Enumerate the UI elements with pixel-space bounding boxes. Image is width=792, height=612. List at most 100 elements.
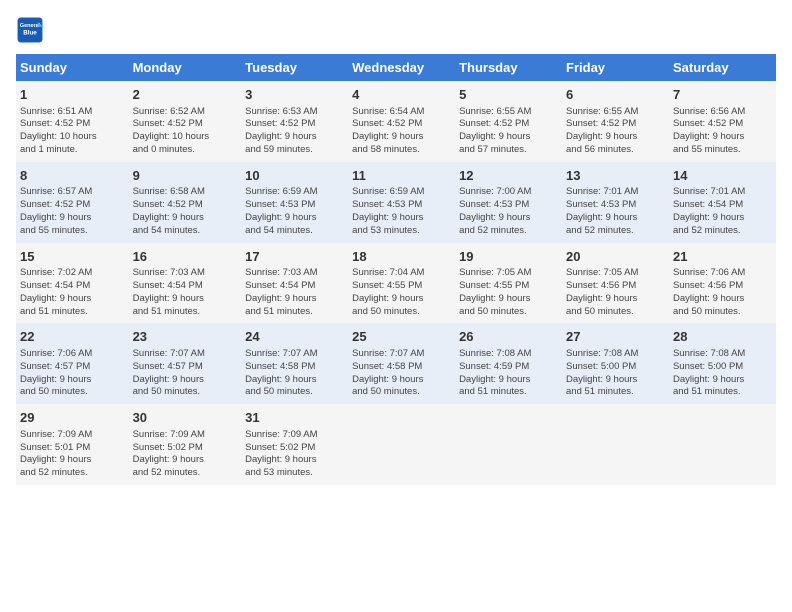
calendar-cell: 9Sunrise: 6:58 AM Sunset: 4:52 PM Daylig… (129, 162, 242, 243)
day-number: 30 (133, 409, 238, 427)
day-number: 20 (566, 248, 665, 266)
calendar-cell (669, 404, 776, 485)
svg-text:Blue: Blue (23, 30, 37, 37)
day-number: 27 (566, 328, 665, 346)
calendar-cell: 14Sunrise: 7:01 AM Sunset: 4:54 PM Dayli… (669, 162, 776, 243)
day-info: Sunrise: 7:05 AM Sunset: 4:56 PM Dayligh… (566, 267, 665, 318)
calendar-cell: 18Sunrise: 7:04 AM Sunset: 4:55 PM Dayli… (348, 243, 455, 324)
calendar-cell (455, 404, 562, 485)
calendar-cell: 6 Sunrise: 6:55 AM Sunset: 4:52 PM Daylig… (562, 81, 669, 162)
day-number: 21 (673, 248, 772, 266)
day-info: Sunrise: 6:55 AM Sunset: 4:52 PM Dayligh… (566, 106, 665, 157)
day-info: Sunrise: 7:07 AM Sunset: 4:58 PM Dayligh… (245, 348, 344, 399)
day-info: Sunrise: 6:57 AM Sunset: 4:52 PM Dayligh… (20, 186, 125, 237)
day-number: 9 (133, 167, 238, 185)
calendar-cell: 17Sunrise: 7:03 AM Sunset: 4:54 PM Dayli… (241, 243, 348, 324)
calendar-cell: 12Sunrise: 7:00 AM Sunset: 4:53 PM Dayli… (455, 162, 562, 243)
calendar-cell: 25 Sunrise: 7:07 AM Sunset: 4:58 PM Dayli… (348, 323, 455, 404)
calendar-week-row: 29 Sunrise: 7:09 AM Sunset: 5:01 PM Dayli… (16, 404, 776, 485)
day-info: Sunrise: 6:54 AM Sunset: 4:52 PM Dayligh… (352, 106, 451, 157)
day-number: 1 (20, 86, 125, 104)
day-number: 11 (352, 167, 451, 185)
day-number: 19 (459, 248, 558, 266)
page-header: General Blue (16, 16, 776, 44)
day-number: 16 (133, 248, 238, 266)
day-number: 14 (673, 167, 772, 185)
day-info: Sunrise: 6:55 AM Sunset: 4:52 PM Dayligh… (459, 106, 558, 157)
day-info: Sunrise: 7:06 AM Sunset: 4:56 PM Dayligh… (673, 267, 772, 318)
day-number: 18 (352, 248, 451, 266)
day-info: Sunrise: 7:09 AM Sunset: 5:02 PM Dayligh… (245, 429, 344, 480)
day-number: 23 (133, 328, 238, 346)
day-info: Sunrise: 7:05 AM Sunset: 4:55 PM Dayligh… (459, 267, 558, 318)
calendar-table: SundayMondayTuesdayWednesdayThursdayFrid… (16, 54, 776, 485)
calendar-cell: 28Sunrise: 7:08 AM Sunset: 5:00 PM Dayli… (669, 323, 776, 404)
calendar-week-row: 22 Sunrise: 7:06 AM Sunset: 4:57 PM Dayli… (16, 323, 776, 404)
calendar-cell: 11Sunrise: 6:59 AM Sunset: 4:53 PM Dayli… (348, 162, 455, 243)
day-info: Sunrise: 6:51 AM Sunset: 4:52 PM Dayligh… (20, 106, 125, 157)
day-info: Sunrise: 7:03 AM Sunset: 4:54 PM Dayligh… (133, 267, 238, 318)
day-info: Sunrise: 7:08 AM Sunset: 5:00 PM Dayligh… (673, 348, 772, 399)
day-info: Sunrise: 7:03 AM Sunset: 4:54 PM Dayligh… (245, 267, 344, 318)
day-number: 29 (20, 409, 125, 427)
day-number: 25 (352, 328, 451, 346)
svg-text:General: General (20, 23, 41, 29)
day-header-friday: Friday (562, 54, 669, 81)
day-number: 22 (20, 328, 125, 346)
calendar-header-row: SundayMondayTuesdayWednesdayThursdayFrid… (16, 54, 776, 81)
day-info: Sunrise: 6:53 AM Sunset: 4:52 PM Dayligh… (245, 106, 344, 157)
day-number: 13 (566, 167, 665, 185)
calendar-cell (562, 404, 669, 485)
day-info: Sunrise: 7:08 AM Sunset: 5:00 PM Dayligh… (566, 348, 665, 399)
day-info: Sunrise: 7:01 AM Sunset: 4:53 PM Dayligh… (566, 186, 665, 237)
calendar-cell: 19Sunrise: 7:05 AM Sunset: 4:55 PM Dayli… (455, 243, 562, 324)
day-number: 24 (245, 328, 344, 346)
day-number: 26 (459, 328, 558, 346)
calendar-cell: 16Sunrise: 7:03 AM Sunset: 4:54 PM Dayli… (129, 243, 242, 324)
day-header-sunday: Sunday (16, 54, 129, 81)
day-info: Sunrise: 7:07 AM Sunset: 4:58 PM Dayligh… (352, 348, 451, 399)
day-header-wednesday: Wednesday (348, 54, 455, 81)
day-info: Sunrise: 7:06 AM Sunset: 4:57 PM Dayligh… (20, 348, 125, 399)
calendar-cell: 23Sunrise: 7:07 AM Sunset: 4:57 PM Dayli… (129, 323, 242, 404)
calendar-cell: 29 Sunrise: 7:09 AM Sunset: 5:01 PM Dayli… (16, 404, 129, 485)
logo-icon: General Blue (16, 16, 44, 44)
day-info: Sunrise: 6:58 AM Sunset: 4:52 PM Dayligh… (133, 186, 238, 237)
day-number: 5 (459, 86, 558, 104)
calendar-cell: 24 Sunrise: 7:07 AM Sunset: 4:58 PM Dayli… (241, 323, 348, 404)
day-number: 12 (459, 167, 558, 185)
calendar-cell: 30 Sunrise: 7:09 AM Sunset: 5:02 PM Dayli… (129, 404, 242, 485)
calendar-cell: 2Sunrise: 6:52 AM Sunset: 4:52 PM Daylig… (129, 81, 242, 162)
calendar-cell (348, 404, 455, 485)
day-number: 10 (245, 167, 344, 185)
day-info: Sunrise: 7:02 AM Sunset: 4:54 PM Dayligh… (20, 267, 125, 318)
calendar-cell: 3 Sunrise: 6:53 AM Sunset: 4:52 PM Daylig… (241, 81, 348, 162)
calendar-cell: 26 Sunrise: 7:08 AM Sunset: 4:59 PM Dayli… (455, 323, 562, 404)
day-info: Sunrise: 7:09 AM Sunset: 5:01 PM Dayligh… (20, 429, 125, 480)
calendar-week-row: 8Sunrise: 6:57 AM Sunset: 4:52 PM Daylig… (16, 162, 776, 243)
day-number: 6 (566, 86, 665, 104)
day-info: Sunrise: 6:59 AM Sunset: 4:53 PM Dayligh… (245, 186, 344, 237)
day-info: Sunrise: 7:04 AM Sunset: 4:55 PM Dayligh… (352, 267, 451, 318)
day-number: 31 (245, 409, 344, 427)
calendar-cell: 8Sunrise: 6:57 AM Sunset: 4:52 PM Daylig… (16, 162, 129, 243)
day-header-saturday: Saturday (669, 54, 776, 81)
day-number: 7 (673, 86, 772, 104)
calendar-cell: 21Sunrise: 7:06 AM Sunset: 4:56 PM Dayli… (669, 243, 776, 324)
day-number: 8 (20, 167, 125, 185)
calendar-cell: 5 Sunrise: 6:55 AM Sunset: 4:52 PM Daylig… (455, 81, 562, 162)
day-header-tuesday: Tuesday (241, 54, 348, 81)
day-info: Sunrise: 6:56 AM Sunset: 4:52 PM Dayligh… (673, 106, 772, 157)
day-number: 17 (245, 248, 344, 266)
day-info: Sunrise: 6:59 AM Sunset: 4:53 PM Dayligh… (352, 186, 451, 237)
calendar-cell: 7 Sunrise: 6:56 AM Sunset: 4:52 PM Daylig… (669, 81, 776, 162)
calendar-cell: 27 Sunrise: 7:08 AM Sunset: 5:00 PM Dayli… (562, 323, 669, 404)
calendar-cell: 10Sunrise: 6:59 AM Sunset: 4:53 PM Dayli… (241, 162, 348, 243)
day-info: Sunrise: 7:01 AM Sunset: 4:54 PM Dayligh… (673, 186, 772, 237)
day-info: Sunrise: 7:08 AM Sunset: 4:59 PM Dayligh… (459, 348, 558, 399)
day-info: Sunrise: 6:52 AM Sunset: 4:52 PM Dayligh… (133, 106, 238, 157)
day-number: 3 (245, 86, 344, 104)
day-info: Sunrise: 7:09 AM Sunset: 5:02 PM Dayligh… (133, 429, 238, 480)
calendar-cell: 13Sunrise: 7:01 AM Sunset: 4:53 PM Dayli… (562, 162, 669, 243)
calendar-cell: 4Sunrise: 6:54 AM Sunset: 4:52 PM Daylig… (348, 81, 455, 162)
